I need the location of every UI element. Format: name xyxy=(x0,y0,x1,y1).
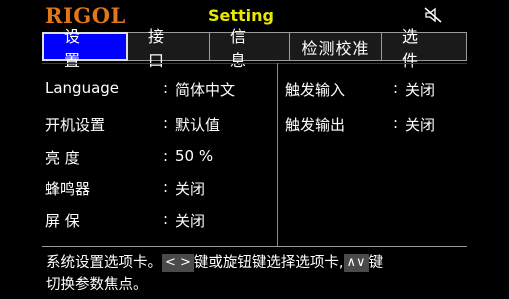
tab-bar: 设 置 接 口 信 息 检测校准 选 件 xyxy=(42,27,467,70)
setting-value-brightness[interactable]: 50 % xyxy=(175,147,213,165)
help-line-2: 切换参数焦点。 xyxy=(46,277,148,293)
setting-label-trigger-in: 触发输入 xyxy=(285,81,346,99)
column-divider xyxy=(277,63,278,246)
setting-value-language[interactable]: 简体中文 xyxy=(175,79,235,100)
setting-label-screensaver: 屏 保 xyxy=(45,212,80,230)
setting-value-trigger-in[interactable]: 关闭 xyxy=(405,79,435,100)
tab-settings[interactable]: 设 置 xyxy=(42,27,128,70)
setting-label-trigger-out: 触发输出 xyxy=(285,116,346,134)
setting-value-beeper[interactable]: 关闭 xyxy=(175,178,205,199)
setting-value-trigger-out[interactable]: 关闭 xyxy=(405,114,435,135)
setting-label-startup: 开机设置 xyxy=(45,116,106,134)
setting-label-brightness: 亮 度 xyxy=(45,149,80,167)
setting-value-screensaver[interactable]: 关闭 xyxy=(175,210,205,231)
help-line-1: 系统设置选项卡。 < > 键或旋钮键选择选项卡, ∧∨ 键 xyxy=(46,254,384,272)
tab-calibration[interactable]: 检测校准 xyxy=(290,32,382,61)
setting-label-beeper: 蜂鸣器 xyxy=(45,180,91,198)
tab-interface[interactable]: 接 口 xyxy=(128,27,210,70)
tab-info[interactable]: 信 息 xyxy=(210,27,290,70)
setting-value-startup[interactable]: 默认值 xyxy=(175,114,220,135)
left-right-key-icon: < > xyxy=(162,254,194,272)
tab-options[interactable]: 选 件 xyxy=(382,27,467,70)
setting-label-language: Language xyxy=(45,79,120,97)
speaker-muted-icon xyxy=(424,7,442,23)
up-down-key-icon: ∧∨ xyxy=(343,254,369,272)
help-bar: 系统设置选项卡。 < > 键或旋钮键选择选项卡, ∧∨ 键 切换参数焦点。 xyxy=(42,246,467,299)
